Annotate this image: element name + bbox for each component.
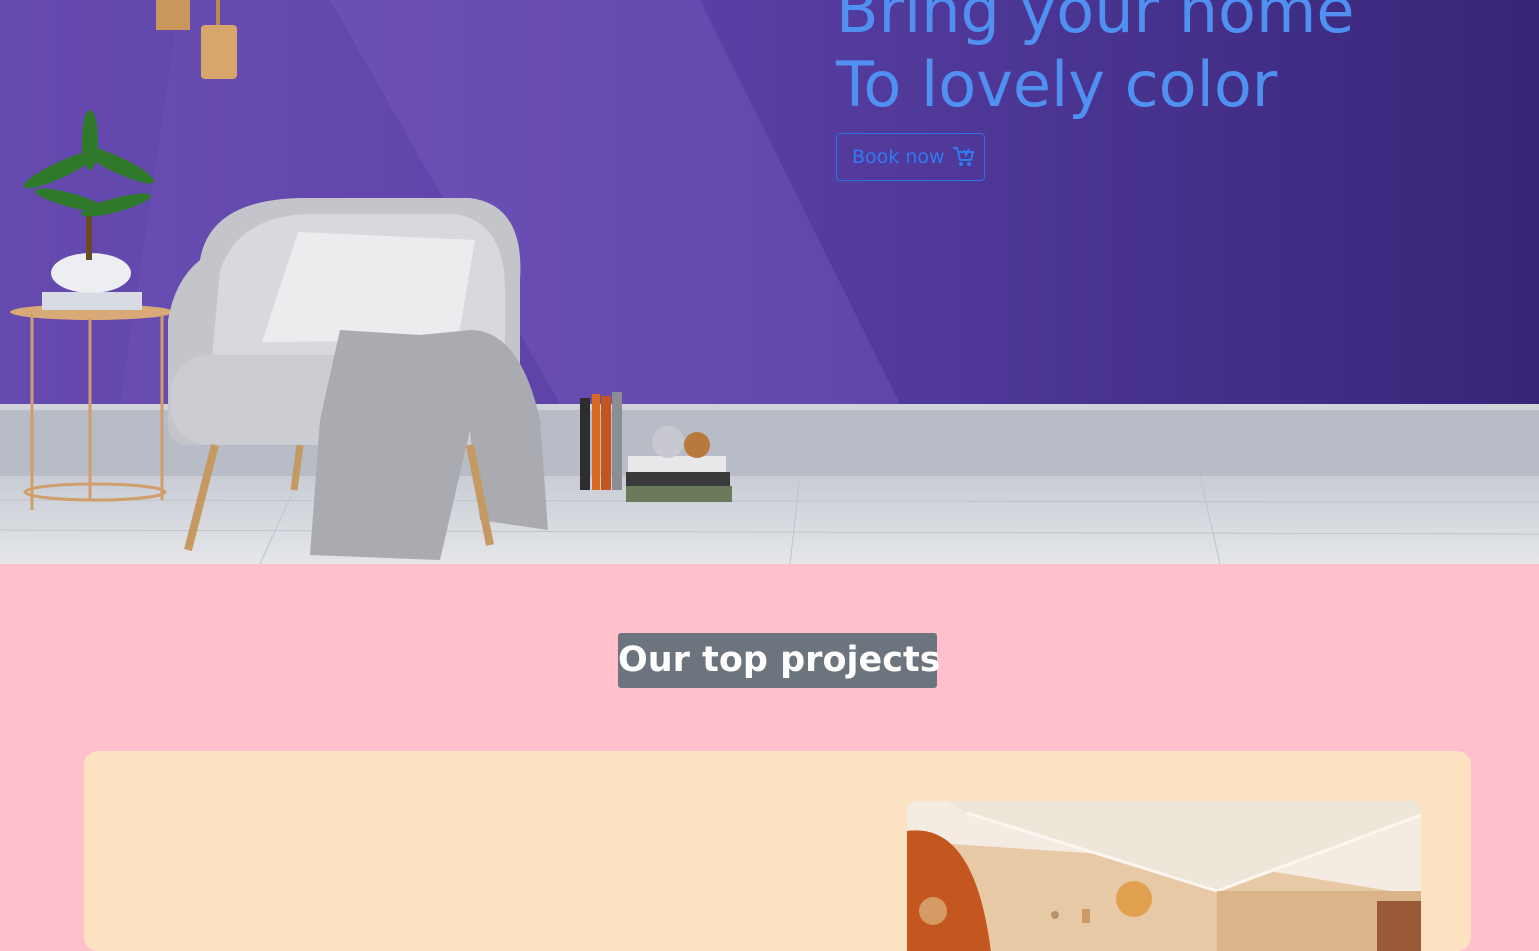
hero-section: Bring your home To lovely color Book now — [0, 0, 1539, 564]
hero-title-line-1: Bring your home — [836, 0, 1355, 47]
hero-title: Bring your home To lovely color — [836, 0, 1355, 122]
book-now-label: Book now — [852, 146, 945, 168]
project-card — [84, 751, 1471, 951]
project-image — [907, 801, 1421, 951]
book-now-button[interactable]: Book now — [836, 133, 985, 181]
cart-icon — [951, 146, 975, 168]
section-heading: Our top projects — [618, 633, 941, 688]
hero-title-line-2: To lovely color — [836, 48, 1278, 121]
